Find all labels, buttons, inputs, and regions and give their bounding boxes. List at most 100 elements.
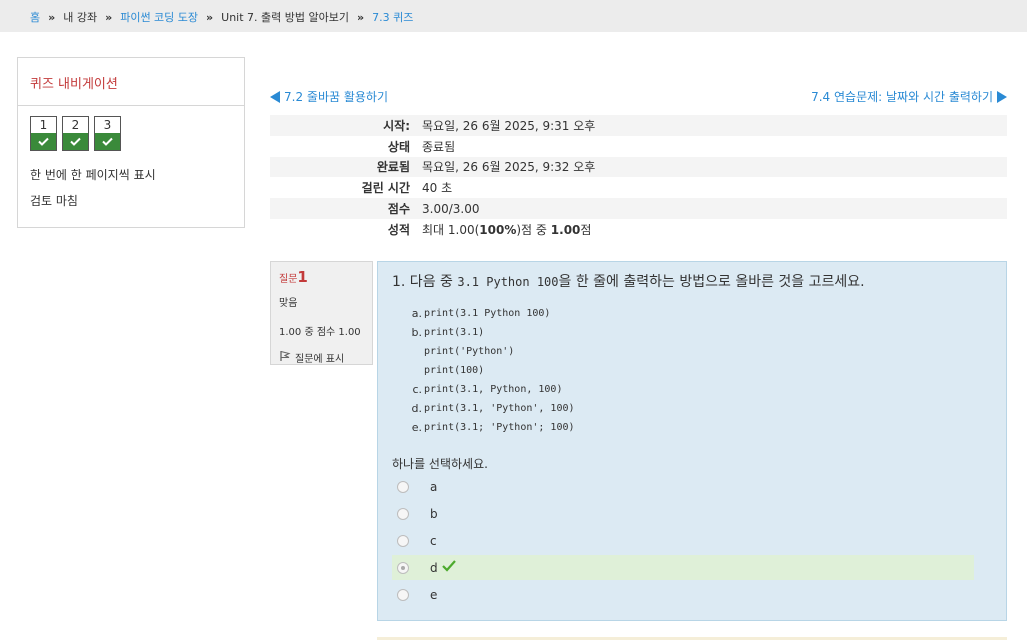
quiz-nav-button-number: 3 — [103, 118, 112, 132]
question-state: 맞음 — [279, 298, 298, 309]
summary-value: 목요일, 26 6월 2025, 9:32 오후 — [416, 156, 1007, 178]
summary-value: 40 초 — [416, 177, 1007, 199]
question-number-label: 질문 — [279, 274, 298, 285]
summary-row: 상태 종료됨 — [270, 135, 1007, 157]
quiz-navigation-buttons: 1 2 3 — [30, 116, 121, 151]
correct-check-icon — [441, 560, 456, 575]
summary-row: 완료됨 목요일, 26 6월 2025, 9:32 오후 — [270, 156, 1007, 178]
question-mark: 1.00 중 점수 1.00 — [279, 327, 361, 338]
question-content: 1. 다음 중 3.1 Python 100을 한 줄에 출력하는 방법으로 올… — [377, 261, 1007, 621]
check-icon — [95, 133, 120, 150]
answer-option-b: b. print(3.1) print('Python') print(100) — [406, 323, 575, 380]
answer-code-line: print('Python') — [424, 346, 515, 357]
choice-d[interactable]: d — [392, 555, 974, 580]
grade-percent: 100% — [479, 222, 517, 237]
choice-label: b — [430, 506, 438, 521]
summary-key: 점수 — [270, 198, 416, 219]
breadcrumb-separator-icon: » — [105, 10, 113, 24]
summary-key: 시작: — [270, 115, 416, 136]
answer-code-line: print(3.1 Python 100) — [424, 308, 551, 319]
grade-mid: )점 중 — [516, 222, 551, 237]
choice-label: c — [430, 533, 437, 548]
quiz-nav-button-number: 2 — [71, 118, 80, 132]
choice-label: d — [430, 560, 438, 575]
grade-prefix: 최대 1.00( — [422, 222, 480, 237]
answer-option-c: c. print(3.1, Python, 100) — [406, 380, 575, 399]
answer-option-label: b. — [411, 326, 422, 339]
question-info-panel: 질문1 맞음 1.00 중 점수 1.00 질문에 표시 — [270, 261, 373, 365]
answer-option-d: d. print(3.1, 'Python', 100) — [406, 399, 575, 418]
show-one-page-link[interactable]: 한 번에 한 페이지씩 표시 — [30, 166, 156, 183]
flag-question-link[interactable]: 질문에 표시 — [279, 350, 364, 365]
choice-c[interactable]: c — [392, 528, 974, 553]
answer-code-line: print(100) — [424, 365, 485, 376]
breadcrumb-home[interactable]: 홈 — [30, 9, 40, 25]
question-text-pre: 1. 다음 중 — [392, 274, 458, 290]
flag-question-label: 질문에 표시 — [295, 354, 345, 365]
quiz-navigation-title: 퀴즈 내비게이션 — [18, 58, 244, 106]
choice-e[interactable]: e — [392, 582, 974, 607]
question-text-post: 을 한 줄에 출력하는 방법으로 올바른 것을 고르세요. — [558, 274, 865, 290]
summary-row: 시작: 목요일, 26 6월 2025, 9:31 오후 — [270, 115, 1007, 136]
breadcrumb-my-courses[interactable]: 내 강좌 — [63, 9, 97, 25]
triangle-left-icon — [270, 90, 280, 103]
answer-option-label: d. — [411, 402, 422, 415]
answer-option-label: a. — [411, 307, 422, 320]
summary-key: 완료됨 — [270, 156, 416, 178]
question-number-value: 1 — [297, 268, 308, 286]
breadcrumb-bar: 홈 » 내 강좌 » 파이썬 코딩 도장 » Unit 7. 출력 방법 알아보… — [0, 0, 1027, 32]
grade-score: 1.00 — [550, 222, 581, 237]
grade-suffix: 점 — [580, 222, 592, 237]
answer-code-line: print(3.1) — [424, 327, 485, 338]
answer-option-a: a. print(3.1 Python 100) — [406, 304, 575, 323]
summary-row: 걸린 시간 40 초 — [270, 177, 1007, 199]
summary-value: 3.00/3.00 — [416, 198, 1007, 219]
radio-button[interactable] — [397, 534, 409, 547]
radio-button[interactable] — [397, 588, 409, 601]
breadcrumb-separator-icon: » — [357, 10, 365, 24]
flag-icon — [279, 350, 291, 365]
summary-value: 목요일, 26 6월 2025, 9:31 오후 — [416, 115, 1007, 136]
answer-code-line: print(3.1; 'Python'; 100) — [424, 422, 575, 433]
choice-prompt: 하나를 선택하세요. — [392, 457, 488, 471]
summary-key: 걸린 시간 — [270, 177, 416, 199]
choice-label: a — [430, 479, 438, 494]
triangle-right-icon — [997, 90, 1007, 103]
answer-option-label: e. — [411, 421, 422, 434]
breadcrumb-separator-icon: » — [48, 10, 56, 24]
choice-a[interactable]: a — [392, 474, 974, 499]
next-activity-link[interactable]: 7.4 연습문제: 날짜와 시간 출력하기 — [811, 88, 1007, 105]
breadcrumb-quiz[interactable]: 7.3 퀴즈 — [372, 9, 413, 25]
radio-button[interactable] — [397, 507, 409, 520]
question-number: 질문1 — [279, 268, 364, 286]
prev-activity-label: 7.2 줄바꿈 활용하기 — [284, 90, 388, 104]
breadcrumb-course[interactable]: 파이썬 코딩 도장 — [120, 9, 198, 25]
check-icon — [31, 133, 56, 150]
breadcrumb: 홈 » 내 강좌 » 파이썬 코딩 도장 » Unit 7. 출력 방법 알아보… — [30, 9, 413, 25]
choice-list: a b c d e — [392, 474, 974, 609]
quiz-nav-button-2[interactable]: 2 — [62, 116, 89, 151]
next-activity-label: 7.4 연습문제: 날짜와 시간 출력하기 — [811, 90, 993, 104]
check-icon — [63, 133, 88, 150]
breadcrumb-unit[interactable]: Unit 7. 출력 방법 알아보기 — [221, 9, 349, 25]
prev-activity-link[interactable]: 7.2 줄바꿈 활용하기 — [270, 88, 388, 105]
answer-code-line: print(3.1, Python, 100) — [424, 384, 563, 395]
summary-value: 종료됨 — [416, 135, 1007, 157]
quiz-nav-button-3[interactable]: 3 — [94, 116, 121, 151]
summary-grade-value: 최대 1.00(100%)점 중 1.00점 — [416, 218, 1007, 240]
quiz-nav-button-1[interactable]: 1 — [30, 116, 57, 151]
answer-code-line: print(3.1, 'Python', 100) — [424, 403, 575, 414]
radio-button-selected[interactable] — [397, 561, 409, 574]
choice-b[interactable]: b — [392, 501, 974, 526]
answer-options-list: a. print(3.1 Python 100) b. print(3.1) p… — [406, 304, 575, 437]
choice-label: e — [430, 587, 438, 602]
summary-key: 성적 — [270, 218, 416, 240]
radio-button[interactable] — [397, 480, 409, 493]
summary-row-grade: 성적 최대 1.00(100%)점 중 1.00점 — [270, 218, 1007, 240]
summary-key: 상태 — [270, 135, 416, 157]
quiz-summary-table: 시작: 목요일, 26 6월 2025, 9:31 오후 상태 종료됨 완료됨 … — [270, 115, 1007, 240]
quiz-nav-button-number: 1 — [39, 118, 48, 132]
quiz-navigation-block: 퀴즈 내비게이션 1 2 3 한 번에 한 페이지씩 표시 검토 마침 — [17, 57, 245, 228]
summary-row: 점수 3.00/3.00 — [270, 198, 1007, 219]
finish-review-link[interactable]: 검토 마침 — [30, 192, 78, 209]
